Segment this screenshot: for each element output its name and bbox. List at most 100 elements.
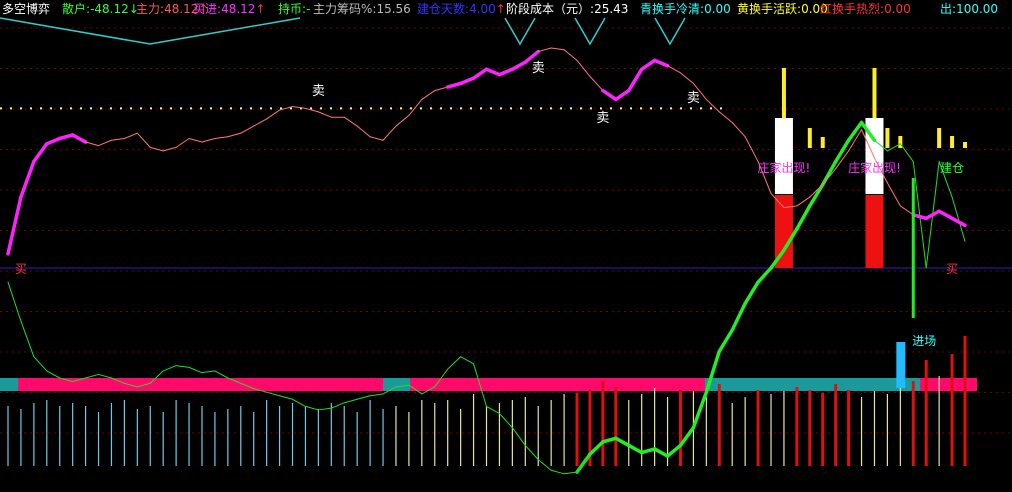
main-line-segment [369, 136, 384, 141]
secondary-line-segment [795, 204, 812, 231]
main-line-segment [188, 137, 203, 143]
main-line-segment [317, 111, 332, 118]
main-line-segment [550, 47, 565, 51]
main-line-segment [679, 72, 694, 84]
secondary-line-segment [833, 138, 851, 164]
secondary-line-segment [20, 320, 35, 358]
white-block [774, 118, 793, 194]
status-band-segment [18, 378, 308, 391]
secondary-line-segment [563, 471, 578, 475]
secondary-line-segment [7, 281, 22, 322]
status-band-segment [0, 378, 18, 391]
secondary-line-segment [639, 447, 657, 455]
secondary-line-segment [214, 370, 229, 379]
main-line-segment [421, 90, 436, 100]
zhuangjia-banner: 庄家出现! [758, 160, 811, 175]
main-line-segment [911, 213, 928, 221]
main-line-segment [382, 125, 397, 141]
secondary-line-segment [304, 405, 319, 411]
status-band-segment [383, 378, 410, 391]
main-line-segment [98, 139, 112, 147]
secondary-line-segment [330, 402, 345, 409]
yellow-tick [937, 128, 942, 148]
v-marker [504, 17, 536, 46]
main-line-segment [614, 88, 631, 102]
indicator-chart: 卖卖卖卖买 买庄家出现! 庄家出现! 建仓进场 [0, 17, 1012, 475]
secondary-line-segment [369, 393, 384, 397]
main-line-segment [149, 146, 164, 152]
main-line-segment [227, 132, 242, 138]
main-line-segment [471, 67, 489, 80]
main-line-segment [796, 196, 811, 207]
main-line-segment [19, 159, 36, 199]
main-line-segment [667, 65, 681, 74]
secondary-line-segment [524, 444, 539, 461]
main-line-segment [70, 133, 88, 144]
secondary-line-segment [486, 405, 500, 414]
secondary-line-segment [820, 159, 838, 187]
secondary-line-segment [614, 436, 631, 448]
main-line-segment [445, 81, 463, 89]
main-line-segment [434, 86, 449, 92]
main-line-segment [639, 58, 657, 72]
main-line-segment [6, 195, 23, 256]
jiancang-label: 建仓 [940, 161, 964, 175]
main-line-segment [731, 122, 746, 138]
secondary-line-segment [98, 373, 112, 379]
main-line-segment [343, 116, 358, 127]
yellow-tick [781, 68, 786, 118]
yellow-tick [963, 142, 967, 148]
main-line-segment [484, 67, 502, 77]
main-line-segment [601, 88, 618, 102]
secondary-line-segment [201, 370, 216, 374]
main-line-segment [937, 209, 954, 221]
secondary-line-segment [627, 443, 644, 455]
main-line-segment [253, 118, 268, 127]
main-line-segment [57, 133, 75, 141]
secondary-line-segment [447, 356, 462, 370]
secondary-line-segment [175, 365, 190, 368]
main-line-segment [214, 136, 229, 139]
secondary-line-segment [575, 452, 592, 474]
main-line-segment [718, 111, 733, 124]
main-line-segment [497, 67, 515, 77]
secondary-line-segment [85, 373, 100, 379]
status-band-segment [410, 378, 705, 391]
sell-marker: 卖 [687, 91, 700, 106]
main-line-segment [45, 136, 62, 146]
main-line-segment [627, 67, 644, 93]
secondary-line-segment [550, 469, 565, 475]
v-marker [574, 17, 606, 46]
secondary-line-segment [678, 425, 696, 448]
main-line-segment [652, 58, 670, 68]
main-line-segment [356, 125, 371, 138]
main-line-segment [537, 47, 552, 53]
main-line-segment [175, 137, 190, 148]
main-line-segment [292, 106, 306, 109]
main-line-segment [899, 205, 914, 216]
main-line-segment [395, 114, 410, 127]
cyan-entry-bar [896, 342, 906, 388]
main-line-segment [458, 76, 476, 86]
sell-marker: 卖 [312, 84, 325, 99]
secondary-line-segment [537, 459, 552, 471]
main-line-segment [563, 49, 578, 61]
secondary-line-segment [743, 280, 760, 306]
secondary-line-segment [717, 328, 734, 354]
yellow-tick [807, 128, 812, 148]
secondary-line-segment [588, 440, 605, 457]
yellow-tick [950, 136, 955, 148]
sell-marker: 卖 [596, 111, 609, 126]
secondary-line-segment [665, 443, 683, 458]
secondary-line-segment [756, 266, 773, 284]
secondary-line-segment [279, 395, 294, 400]
secondary-line-segment [511, 427, 526, 446]
secondary-line-segment [46, 370, 61, 379]
yellow-tick [820, 137, 825, 148]
zhuangjia-banner: 庄家出现! [848, 160, 901, 175]
v-marker [0, 17, 301, 45]
main-line-segment [123, 132, 138, 139]
secondary-line-segment [292, 398, 306, 407]
main-line-segment [85, 141, 100, 147]
main-line-segment [110, 137, 125, 141]
